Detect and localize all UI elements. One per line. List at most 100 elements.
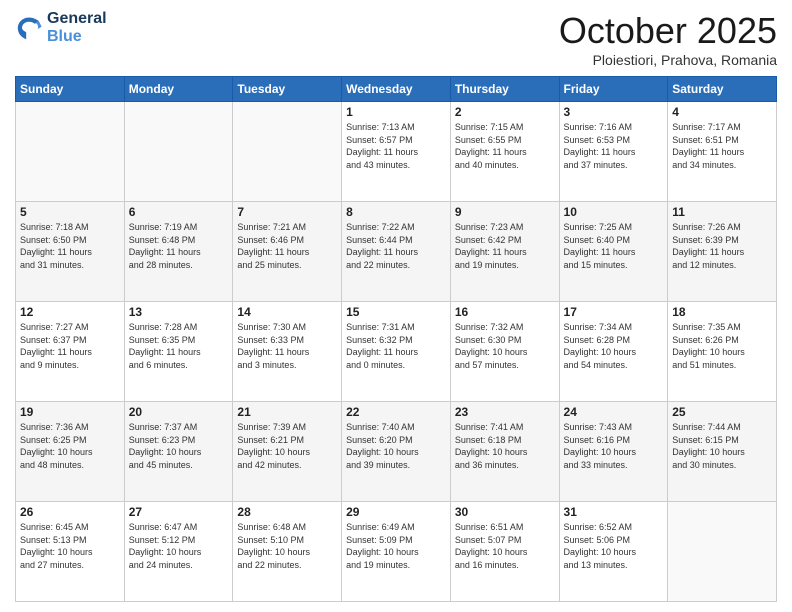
table-row: 29 Sunrise: 6:49 AM Sunset: 5:09 PM Dayli… [342, 502, 451, 602]
day-number: 6 [129, 205, 229, 219]
table-row: 10 Sunrise: 7:25 AM Sunset: 6:40 PM Dayli… [559, 202, 668, 302]
day-number: 3 [564, 105, 664, 119]
col-wednesday: Wednesday [342, 77, 451, 102]
day-number: 21 [237, 405, 337, 419]
table-row: 17Sunrise: 7:34 AM Sunset: 6:28 PM Dayli… [559, 302, 668, 402]
calendar-week-row: 19 Sunrise: 7:36 AM Sunset: 6:25 PM Dayli… [16, 402, 777, 502]
day-info: Sunrise: 7:17 AM Sunset: 6:51 PM Dayligh… [672, 121, 772, 171]
day-info: Sunrise: 7:15 AM Sunset: 6:55 PM Dayligh… [455, 121, 555, 171]
day-number: 31 [564, 505, 664, 519]
day-info: Sunrise: 7:36 AM Sunset: 6:25 PM Dayligh… [20, 421, 120, 471]
table-row [668, 502, 777, 602]
day-number: 15 [346, 305, 446, 319]
month-title: October 2025 [559, 10, 777, 52]
table-row: 9 Sunrise: 7:23 AM Sunset: 6:42 PM Daylig… [450, 202, 559, 302]
table-row: 8Sunrise: 7:22 AM Sunset: 6:44 PM Daylig… [342, 202, 451, 302]
logo-text: General Blue [47, 10, 107, 45]
day-info: Sunrise: 7:23 AM Sunset: 6:42 PM Dayligh… [455, 221, 555, 271]
table-row: 7 Sunrise: 7:21 AM Sunset: 6:46 PM Daylig… [233, 202, 342, 302]
logo-line2: Blue [47, 28, 107, 46]
table-row: 22Sunrise: 7:40 AM Sunset: 6:20 PM Dayli… [342, 402, 451, 502]
day-number: 11 [672, 205, 772, 219]
day-info: Sunrise: 6:45 AM Sunset: 5:13 PM Dayligh… [20, 521, 120, 571]
calendar-week-row: 5 Sunrise: 7:18 AM Sunset: 6:50 PM Daylig… [16, 202, 777, 302]
day-number: 14 [237, 305, 337, 319]
day-info: Sunrise: 7:27 AM Sunset: 6:37 PM Dayligh… [20, 321, 120, 371]
day-number: 10 [564, 205, 664, 219]
day-info: Sunrise: 6:52 AM Sunset: 5:06 PM Dayligh… [564, 521, 664, 571]
day-number: 5 [20, 205, 120, 219]
day-number: 29 [346, 505, 446, 519]
day-info: Sunrise: 6:49 AM Sunset: 5:09 PM Dayligh… [346, 521, 446, 571]
day-info: Sunrise: 7:21 AM Sunset: 6:46 PM Dayligh… [237, 221, 337, 271]
day-number: 16 [455, 305, 555, 319]
day-info: Sunrise: 6:48 AM Sunset: 5:10 PM Dayligh… [237, 521, 337, 571]
day-number: 2 [455, 105, 555, 119]
day-info: Sunrise: 7:35 AM Sunset: 6:26 PM Dayligh… [672, 321, 772, 371]
table-row [16, 102, 125, 202]
day-number: 30 [455, 505, 555, 519]
day-number: 1 [346, 105, 446, 119]
day-number: 12 [20, 305, 120, 319]
table-row: 15 Sunrise: 7:31 AM Sunset: 6:32 PM Dayli… [342, 302, 451, 402]
day-info: Sunrise: 7:16 AM Sunset: 6:53 PM Dayligh… [564, 121, 664, 171]
calendar-header-row: Sunday Monday Tuesday Wednesday Thursday… [16, 77, 777, 102]
day-info: Sunrise: 7:26 AM Sunset: 6:39 PM Dayligh… [672, 221, 772, 271]
day-info: Sunrise: 7:28 AM Sunset: 6:35 PM Dayligh… [129, 321, 229, 371]
header: General Blue October 2025 Ploiestiori, P… [15, 10, 777, 68]
day-number: 13 [129, 305, 229, 319]
table-row: 16 Sunrise: 7:32 AM Sunset: 6:30 PM Dayli… [450, 302, 559, 402]
page: General Blue October 2025 Ploiestiori, P… [0, 0, 792, 612]
table-row: 21 Sunrise: 7:39 AM Sunset: 6:21 PM Dayli… [233, 402, 342, 502]
day-info: Sunrise: 7:13 AM Sunset: 6:57 PM Dayligh… [346, 121, 446, 171]
day-info: Sunrise: 7:18 AM Sunset: 6:50 PM Dayligh… [20, 221, 120, 271]
col-monday: Monday [124, 77, 233, 102]
table-row: 26 Sunrise: 6:45 AM Sunset: 5:13 PM Dayli… [16, 502, 125, 602]
table-row [233, 102, 342, 202]
day-number: 19 [20, 405, 120, 419]
day-info: Sunrise: 7:25 AM Sunset: 6:40 PM Dayligh… [564, 221, 664, 271]
day-number: 24 [564, 405, 664, 419]
table-row: 1 Sunrise: 7:13 AM Sunset: 6:57 PM Daylig… [342, 102, 451, 202]
calendar-week-row: 1 Sunrise: 7:13 AM Sunset: 6:57 PM Daylig… [16, 102, 777, 202]
day-number: 18 [672, 305, 772, 319]
table-row: 25Sunrise: 7:44 AM Sunset: 6:15 PM Dayli… [668, 402, 777, 502]
location-subtitle: Ploiestiori, Prahova, Romania [559, 52, 777, 68]
title-block: October 2025 Ploiestiori, Prahova, Roman… [559, 10, 777, 68]
logo-line1: General [47, 10, 107, 28]
table-row: 31 Sunrise: 6:52 AM Sunset: 5:06 PM Dayli… [559, 502, 668, 602]
day-info: Sunrise: 7:41 AM Sunset: 6:18 PM Dayligh… [455, 421, 555, 471]
day-number: 26 [20, 505, 120, 519]
day-number: 7 [237, 205, 337, 219]
day-info: Sunrise: 7:39 AM Sunset: 6:21 PM Dayligh… [237, 421, 337, 471]
day-number: 9 [455, 205, 555, 219]
table-row: 14 Sunrise: 7:30 AM Sunset: 6:33 PM Dayli… [233, 302, 342, 402]
col-sunday: Sunday [16, 77, 125, 102]
table-row: 4 Sunrise: 7:17 AM Sunset: 6:51 PM Daylig… [668, 102, 777, 202]
col-saturday: Saturday [668, 77, 777, 102]
day-info: Sunrise: 7:31 AM Sunset: 6:32 PM Dayligh… [346, 321, 446, 371]
day-info: Sunrise: 7:30 AM Sunset: 6:33 PM Dayligh… [237, 321, 337, 371]
col-friday: Friday [559, 77, 668, 102]
col-thursday: Thursday [450, 77, 559, 102]
table-row: 11 Sunrise: 7:26 AM Sunset: 6:39 PM Dayli… [668, 202, 777, 302]
table-row: 6Sunrise: 7:19 AM Sunset: 6:48 PM Daylig… [124, 202, 233, 302]
table-row: 28 Sunrise: 6:48 AM Sunset: 5:10 PM Dayli… [233, 502, 342, 602]
day-info: Sunrise: 7:22 AM Sunset: 6:44 PM Dayligh… [346, 221, 446, 271]
col-tuesday: Tuesday [233, 77, 342, 102]
calendar-week-row: 26 Sunrise: 6:45 AM Sunset: 5:13 PM Dayli… [16, 502, 777, 602]
table-row: 24Sunrise: 7:43 AM Sunset: 6:16 PM Dayli… [559, 402, 668, 502]
calendar-week-row: 12 Sunrise: 7:27 AM Sunset: 6:37 PM Dayli… [16, 302, 777, 402]
day-number: 23 [455, 405, 555, 419]
table-row: 2 Sunrise: 7:15 AM Sunset: 6:55 PM Daylig… [450, 102, 559, 202]
day-info: Sunrise: 7:37 AM Sunset: 6:23 PM Dayligh… [129, 421, 229, 471]
day-number: 4 [672, 105, 772, 119]
day-info: Sunrise: 7:44 AM Sunset: 6:15 PM Dayligh… [672, 421, 772, 471]
table-row: 13 Sunrise: 7:28 AM Sunset: 6:35 PM Dayli… [124, 302, 233, 402]
day-number: 28 [237, 505, 337, 519]
table-row: 19 Sunrise: 7:36 AM Sunset: 6:25 PM Dayli… [16, 402, 125, 502]
day-number: 20 [129, 405, 229, 419]
day-number: 17 [564, 305, 664, 319]
table-row: 18 Sunrise: 7:35 AM Sunset: 6:26 PM Dayli… [668, 302, 777, 402]
day-info: Sunrise: 7:32 AM Sunset: 6:30 PM Dayligh… [455, 321, 555, 371]
